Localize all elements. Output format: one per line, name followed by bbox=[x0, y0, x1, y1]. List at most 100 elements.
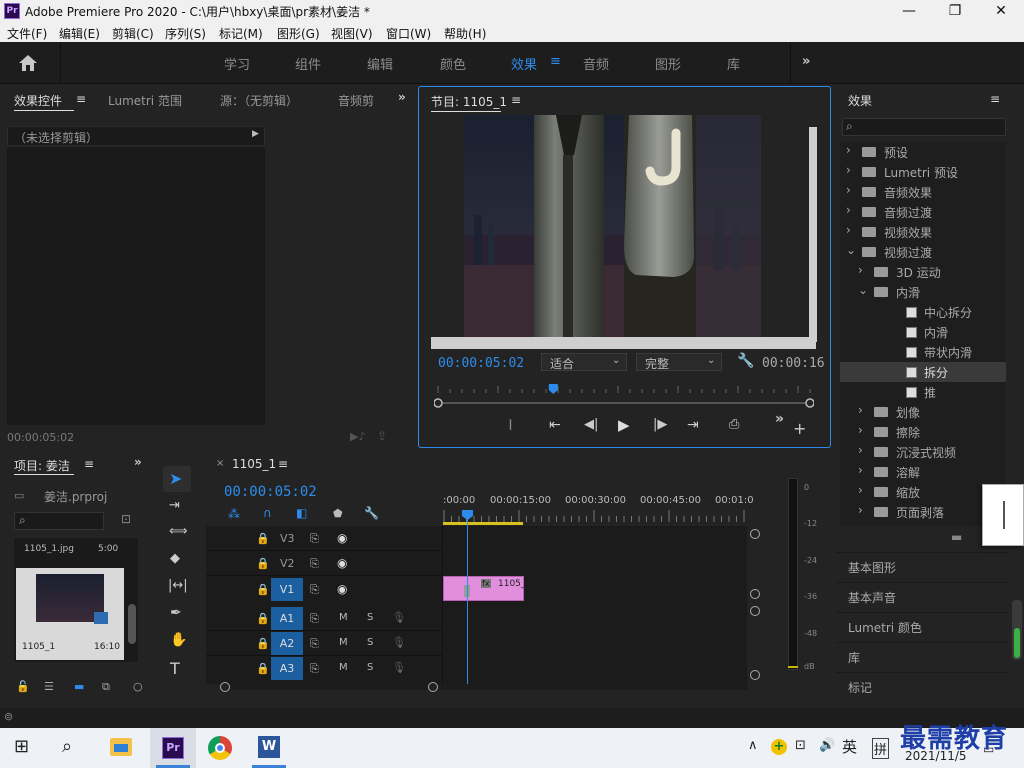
sequence-menu-icon[interactable]: ≡ bbox=[278, 457, 288, 471]
menu-file[interactable]: 文件(F) bbox=[7, 25, 47, 42]
tab-audio-clip-mixer[interactable]: 音频剪 bbox=[338, 92, 374, 109]
lock-icon[interactable]: 🔓 bbox=[16, 680, 30, 693]
sync-lock-icon[interactable]: ⎘ bbox=[310, 662, 319, 676]
program-video-frame[interactable] bbox=[464, 115, 761, 337]
menu-help[interactable]: 帮助(H) bbox=[444, 25, 486, 42]
solo-button[interactable]: S bbox=[367, 612, 373, 623]
freeform-view-icon[interactable]: ⧉ bbox=[102, 680, 110, 694]
tab-lumetri-scopes[interactable]: Lumetri 范围 bbox=[108, 92, 182, 109]
zoom-select[interactable]: 适合 ⌄ bbox=[541, 353, 627, 371]
workspace-assembly[interactable]: 组件 bbox=[295, 54, 321, 73]
track-lock-icon[interactable]: 🔒 bbox=[256, 583, 270, 596]
share-icon[interactable]: ⇪ bbox=[377, 429, 387, 443]
panel-libraries[interactable]: 库 bbox=[836, 642, 1008, 670]
menu-graphics[interactable]: 图形(G) bbox=[277, 25, 320, 42]
home-icon[interactable] bbox=[18, 54, 38, 72]
eye-icon[interactable]: ◉ bbox=[337, 556, 347, 570]
expand-arrow-icon[interactable]: ▶ bbox=[252, 129, 259, 139]
chevron-down-icon[interactable]: ⌄ bbox=[846, 243, 856, 257]
solo-button[interactable]: S bbox=[367, 662, 373, 673]
time-ruler[interactable]: :00:00 00:00:15:00 00:00:30:00 00:00:45:… bbox=[443, 492, 754, 526]
track-header-v2[interactable]: 🔒 V2 ⎘ ◉ bbox=[206, 552, 442, 576]
workspace-menu-icon[interactable]: ≡ bbox=[550, 54, 561, 69]
step-forward-icon[interactable]: |▶ bbox=[653, 417, 667, 432]
more-tabs-icon[interactable]: » bbox=[398, 90, 406, 104]
slip-tool-icon[interactable]: |↔| bbox=[168, 578, 188, 593]
menu-edit[interactable]: 编辑(E) bbox=[59, 25, 100, 42]
maximize-button[interactable]: ❐ bbox=[932, 0, 978, 22]
mark-in-icon[interactable]: ⦚ bbox=[509, 418, 512, 434]
close-button[interactable]: ✕ bbox=[978, 0, 1024, 22]
sync-lock-icon[interactable]: ⎘ bbox=[310, 583, 319, 597]
timeline-settings-icon[interactable]: 🔧 bbox=[364, 506, 379, 520]
sync-lock-icon[interactable]: ⎘ bbox=[310, 532, 319, 546]
more-buttons-icon[interactable]: » bbox=[775, 411, 784, 427]
menu-marker[interactable]: 标记(M) bbox=[219, 25, 263, 42]
chevron-right-icon[interactable]: › bbox=[858, 463, 863, 477]
ime-language[interactable]: 英 bbox=[842, 736, 857, 757]
tab-source[interactable]: 源：（无剪辑） bbox=[220, 92, 298, 109]
track-header-a3[interactable]: 🔒 A3 ⎘ M S 🎙 bbox=[206, 657, 442, 681]
work-area-bar[interactable] bbox=[443, 522, 523, 525]
icon-view-icon[interactable]: ▬ bbox=[74, 680, 84, 693]
workspace-libraries[interactable]: 库 bbox=[727, 54, 740, 73]
effects-tree-item[interactable]: › 沉浸式视频 bbox=[840, 442, 1006, 462]
effects-tree-item[interactable]: › 溶解 bbox=[840, 462, 1006, 482]
program-scrubber[interactable] bbox=[434, 380, 814, 410]
chevron-right-icon[interactable]: › bbox=[846, 143, 851, 157]
add-marker-icon[interactable]: ⬟ bbox=[333, 507, 343, 520]
go-to-in-icon[interactable]: ⇤ bbox=[549, 417, 561, 433]
effects-tree-item[interactable]: ⌄ 视频过渡 bbox=[840, 242, 1006, 262]
effects-tree-item[interactable]: 中心拆分 bbox=[840, 302, 1006, 322]
resolution-select[interactable]: 完整 ⌄ bbox=[636, 353, 722, 371]
track-header-a1[interactable]: 🔒 A1 ⎘ M S 🎙 bbox=[206, 607, 442, 631]
chrome-icon[interactable] bbox=[208, 736, 232, 760]
new-bin-icon[interactable]: ⊡ bbox=[121, 512, 131, 526]
track-target-a3[interactable]: A3 bbox=[271, 657, 303, 680]
effects-tree-item[interactable]: › 划像 bbox=[840, 402, 1006, 422]
clip-selector[interactable]: （未选择剪辑） ▶ bbox=[7, 126, 265, 146]
timeline-timecode[interactable]: 00:00:05:02 bbox=[224, 484, 317, 500]
panel-essential-sound[interactable]: 基本声音 bbox=[836, 582, 1008, 610]
ripple-edit-tool-icon[interactable]: ⟺ bbox=[169, 524, 188, 539]
list-view-icon[interactable]: ☰ bbox=[44, 680, 54, 693]
selection-tool-icon[interactable]: ➤ bbox=[169, 469, 182, 488]
chevron-right-icon[interactable]: › bbox=[858, 403, 863, 417]
mute-button[interactable]: M bbox=[339, 637, 348, 648]
effects-tree-item[interactable]: 拆分 bbox=[840, 362, 1006, 382]
floating-widget[interactable] bbox=[982, 484, 1024, 546]
workspace-effects[interactable]: 效果 bbox=[511, 54, 537, 73]
chevron-right-icon[interactable]: › bbox=[846, 203, 851, 217]
program-timecode[interactable]: 00:00:05:02 bbox=[438, 356, 524, 371]
type-tool-icon[interactable]: T bbox=[170, 659, 180, 678]
file-explorer-icon[interactable] bbox=[110, 738, 132, 756]
chevron-right-icon[interactable]: › bbox=[858, 503, 863, 517]
track-header-v1[interactable]: 🔒 V1 ⎘ ◉ bbox=[206, 577, 442, 603]
effects-tree-item[interactable]: › 3D 运动 bbox=[840, 262, 1006, 282]
track-lock-icon[interactable]: 🔒 bbox=[256, 612, 270, 625]
go-to-out-icon[interactable]: ⇥ bbox=[687, 417, 699, 433]
track-target-a2[interactable]: A2 bbox=[271, 632, 303, 655]
chevron-down-icon[interactable]: ⌄ bbox=[858, 283, 868, 297]
eye-icon[interactable]: ◉ bbox=[337, 531, 347, 545]
panel-menu-icon[interactable]: ≡ bbox=[76, 92, 86, 106]
effects-tree-item[interactable]: › Lumetri 预设 bbox=[840, 162, 1006, 182]
chevron-right-icon[interactable]: › bbox=[858, 443, 863, 457]
panel-lumetri-color[interactable]: Lumetri 颜色 bbox=[836, 612, 1008, 640]
project-scrollbar[interactable] bbox=[128, 604, 136, 644]
chevron-right-icon[interactable]: › bbox=[858, 263, 863, 277]
add-button-icon[interactable]: + bbox=[793, 419, 806, 438]
close-tab-icon[interactable]: × bbox=[216, 458, 224, 469]
export-frame-icon[interactable]: ⎙ bbox=[729, 417, 739, 432]
track-lock-icon[interactable]: 🔒 bbox=[256, 662, 270, 675]
premiere-taskbar-item[interactable]: Pr bbox=[150, 728, 196, 768]
solo-button[interactable]: S bbox=[367, 637, 373, 648]
sequence-thumbnail[interactable]: 1105_1 16:10 bbox=[16, 568, 124, 660]
track-lock-icon[interactable]: 🔒 bbox=[256, 637, 270, 650]
effects-tree-item[interactable]: › 视频效果 bbox=[840, 222, 1006, 242]
razor-tool-icon[interactable]: ◆ bbox=[170, 551, 180, 566]
more-workspaces-icon[interactable]: » bbox=[802, 54, 810, 69]
track-target-v1[interactable]: V1 bbox=[271, 578, 303, 601]
effects-menu-icon[interactable]: ≡ bbox=[990, 92, 1000, 106]
chevron-right-icon[interactable]: › bbox=[846, 223, 851, 237]
